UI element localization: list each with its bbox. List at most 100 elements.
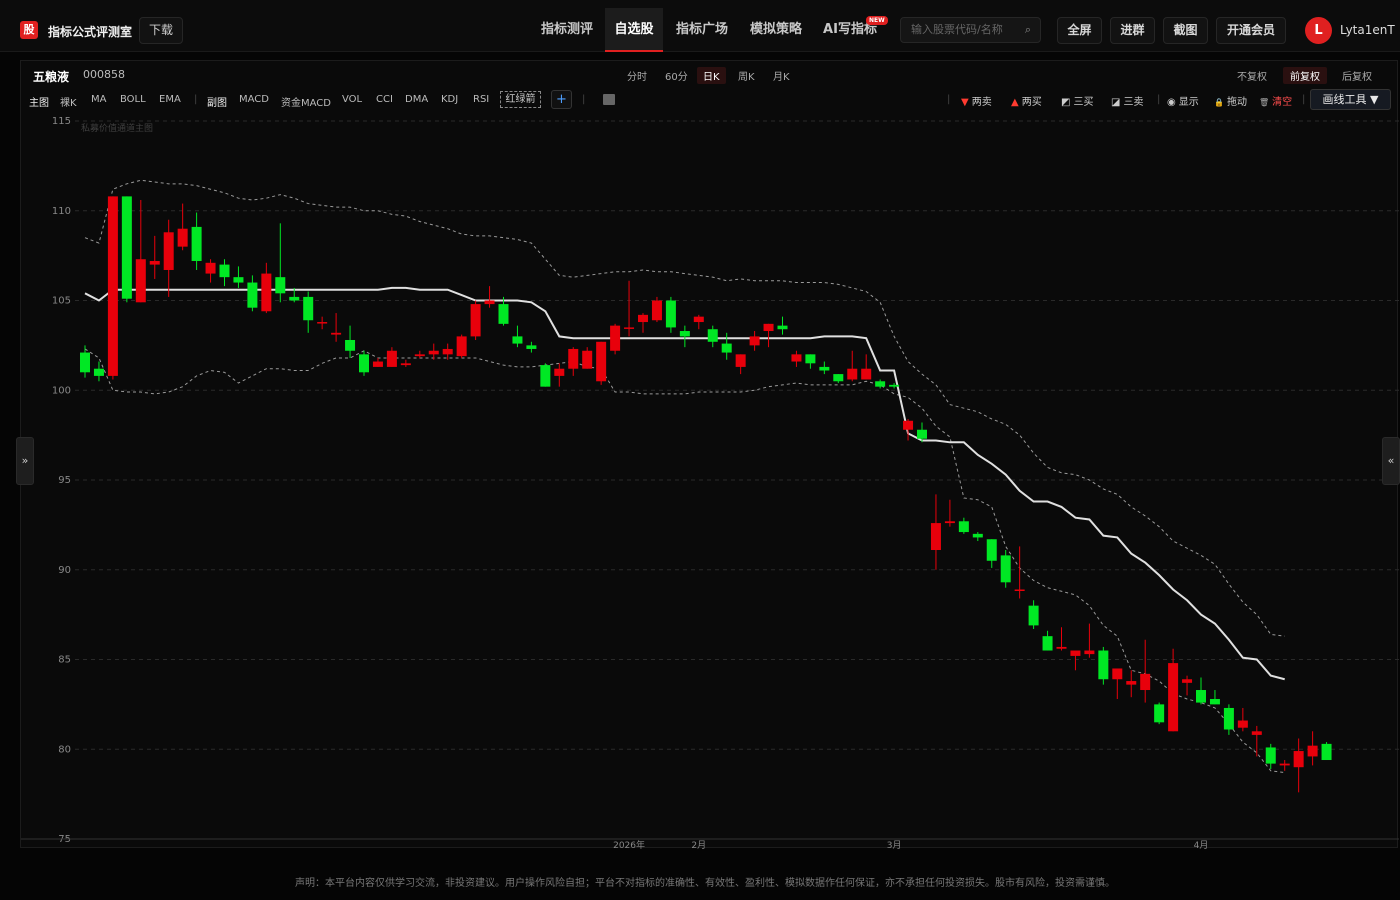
buy-arrow-icon: ▲ — [1011, 97, 1019, 108]
candle-body — [317, 322, 328, 324]
join-group-button[interactable]: 进群 — [1110, 17, 1155, 44]
tool-three-sell[interactable]: ◪ 三卖 — [1111, 93, 1143, 108]
adjust-forward-tab[interactable]: 前复权 — [1283, 67, 1327, 84]
period-tab-weekly[interactable]: 周K — [738, 68, 755, 83]
candle-body — [456, 336, 467, 357]
add-indicator-button[interactable]: + — [551, 90, 572, 109]
drawing-tools-dropdown[interactable]: 画线工具 ▼ — [1310, 89, 1391, 110]
nav-tab-indicator-review[interactable]: 指标测评 — [536, 8, 598, 52]
tool-clear[interactable]: 🗑 清空 — [1259, 93, 1292, 108]
candle-body — [707, 329, 718, 342]
period-tab-monthly[interactable]: 月K — [773, 68, 790, 83]
save-icon[interactable] — [603, 94, 615, 105]
candle-body — [1084, 650, 1095, 655]
candle-body — [400, 363, 411, 366]
adjust-backward-tab[interactable]: 后复权 — [1342, 68, 1372, 83]
candle-body — [972, 533, 983, 538]
indicator-vol[interactable]: VOL — [342, 94, 362, 105]
candle-body — [512, 336, 523, 344]
lower-band-line — [84, 348, 1285, 774]
indicator-ema[interactable]: EMA — [159, 94, 181, 105]
candle-body — [540, 365, 551, 387]
tool-two-sell[interactable]: ▼ 两卖 — [961, 93, 992, 108]
candle-body — [665, 300, 676, 328]
candle-body — [1112, 668, 1123, 680]
username[interactable]: Lyta1enT — [1340, 23, 1395, 37]
period-tab-daily[interactable]: 日K — [697, 67, 726, 84]
candle-body — [470, 304, 481, 337]
candle-body — [1196, 690, 1206, 703]
search-icon[interactable]: ⌕ — [1025, 23, 1031, 37]
candle-body — [121, 196, 132, 299]
nav-tab-ai-indicator[interactable]: AI写指标 — [818, 8, 882, 52]
candle-body — [1014, 589, 1025, 591]
x-tick-label: 3月 — [887, 840, 902, 849]
candle-body — [930, 523, 941, 551]
indicator-red-green-arrow[interactable]: 红绿箭 — [500, 91, 541, 108]
tool-label: 三卖 — [1123, 97, 1144, 108]
period-tab-intraday[interactable]: 分时 — [627, 68, 647, 83]
candle-body — [721, 343, 732, 353]
candle-body — [944, 521, 955, 524]
indicator-boll[interactable]: BOLL — [120, 94, 146, 105]
top-navigation-bar: 股 指标公式评测室 下载 指标测评 自选股 指标广场 模拟策略 AI写指标 NE… — [0, 0, 1400, 52]
indicator-cci[interactable]: CCI — [376, 94, 393, 105]
candle-body — [986, 539, 997, 561]
tool-label: 拖动 — [1226, 97, 1247, 108]
fullscreen-button[interactable]: 全屏 — [1057, 17, 1102, 44]
indicator-fund-macd[interactable]: 资金MACD — [281, 94, 331, 109]
indicator-rsi[interactable]: RSI — [473, 94, 489, 105]
indicator-kdj[interactable]: KDJ — [441, 94, 458, 105]
y-tick-label: 110 — [52, 206, 71, 217]
candle-body — [861, 368, 872, 380]
y-tick-label: 115 — [52, 116, 71, 127]
candle-body — [1251, 731, 1262, 735]
tool-show[interactable]: ◉ 显示 — [1167, 93, 1199, 108]
tool-three-buy[interactable]: ◩ 三买 — [1061, 93, 1093, 108]
membership-button[interactable]: 开通会员 — [1216, 17, 1286, 44]
y-tick-label: 105 — [52, 296, 71, 307]
candlestick-chart[interactable]: 75808590951001051101152026年 2月 3月 4月 — [21, 111, 1399, 849]
adjust-none-tab[interactable]: 不复权 — [1237, 68, 1267, 83]
tool-label: 清空 — [1272, 97, 1293, 108]
candle-body — [261, 273, 272, 312]
sell-arrow-icon: ▼ — [961, 97, 969, 108]
expand-left-arrow-icon[interactable]: » — [16, 437, 34, 485]
candle-body — [777, 325, 788, 330]
tool-drag[interactable]: 🔒 拖动 — [1214, 93, 1247, 108]
indicator-ma[interactable]: MA — [91, 94, 106, 105]
nav-tab-simulated-strategy[interactable]: 模拟策略 — [744, 8, 808, 52]
eye-icon: ◉ — [1167, 97, 1176, 108]
candle-body — [135, 259, 146, 303]
avatar[interactable]: L — [1305, 17, 1332, 44]
y-tick-label: 100 — [52, 385, 71, 396]
candle-body — [1321, 743, 1332, 761]
tool-two-buy[interactable]: ▲ 两买 — [1011, 93, 1042, 108]
candle-body — [80, 352, 90, 373]
expand-right-arrow-icon[interactable]: « — [1382, 437, 1400, 485]
indicator-bare-k[interactable]: 裸K — [60, 94, 77, 109]
candle-body — [442, 348, 453, 355]
nav-tab-watchlist[interactable]: 自选股 — [605, 8, 663, 52]
indicator-dma[interactable]: DMA — [405, 94, 428, 105]
divider: | — [1157, 94, 1161, 105]
stock-search-box[interactable]: ⌕ — [900, 17, 1041, 43]
nav-tab-indicator-plaza[interactable]: 指标广场 — [670, 8, 734, 52]
candle-body — [735, 354, 746, 367]
candle-body — [386, 350, 397, 367]
chart-watermark: 私募价值通道主图 — [81, 124, 154, 134]
candle-body — [303, 296, 314, 321]
chart-panel: 五粮液 000858 分时 60分 日K 周K 月K 不复权 前复权 后复权 主… — [20, 60, 1399, 849]
candle-body — [693, 316, 704, 323]
candle-body — [749, 336, 760, 346]
candle-body — [247, 282, 258, 308]
x-tick-label: 2026年 — [613, 839, 645, 849]
period-tab-60min[interactable]: 60分 — [665, 68, 688, 83]
candle-body — [1070, 650, 1081, 656]
candle-body — [847, 368, 858, 380]
download-button[interactable]: 下载 — [139, 17, 183, 44]
stock-search-input[interactable] — [911, 23, 1021, 36]
screenshot-button[interactable]: 截图 — [1163, 17, 1208, 44]
y-tick-label: 90 — [58, 565, 71, 576]
indicator-macd[interactable]: MACD — [239, 94, 269, 105]
